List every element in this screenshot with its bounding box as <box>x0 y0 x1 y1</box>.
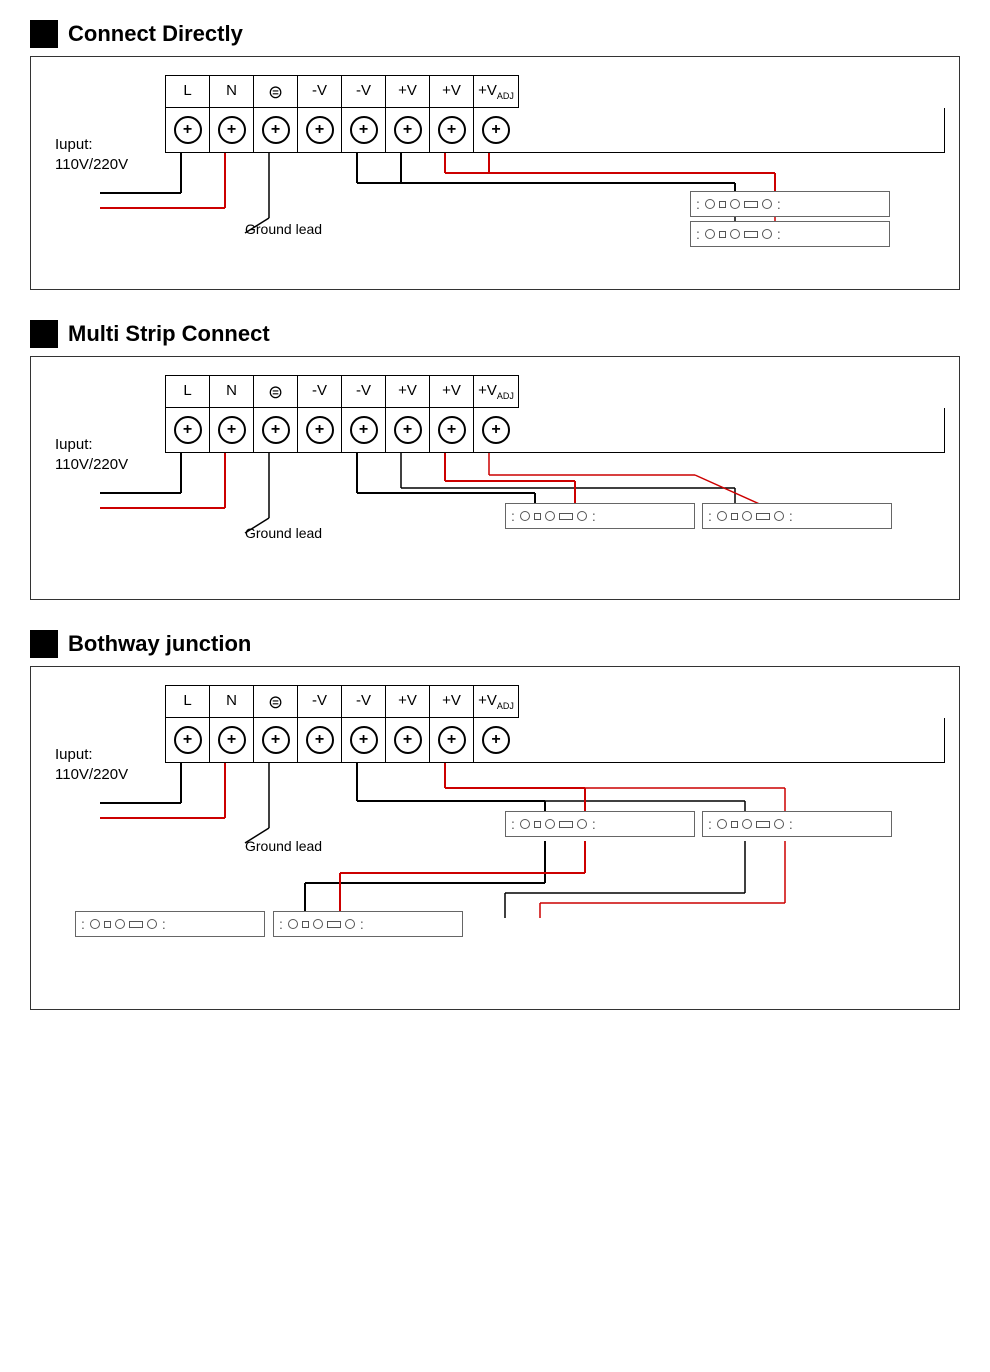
wiring-area-2: : : : : <box>45 453 945 563</box>
wiring-area-3: : : : : <box>45 763 945 983</box>
section-bothway: Bothway junction Iuput: 110V/220V L N ⊜ … <box>30 630 960 1010</box>
wiring-area-1: : : : : <box>45 153 945 243</box>
terminal-block-1: L N ⊜ -V -V +V +V +VADJ <box>165 75 519 108</box>
section-connect-directly: Connect Directly Iuput: 110V/220V L N ⊜ … <box>30 20 960 290</box>
section-title-3: Bothway junction <box>30 630 960 658</box>
led-dash-2 <box>744 231 758 238</box>
led-dot-5 <box>730 229 740 239</box>
screw-circle-3: + <box>262 116 290 144</box>
led-sq-2 <box>719 231 726 238</box>
section-icon-2 <box>30 320 58 348</box>
terminal-nv2-1: -V <box>342 76 386 107</box>
led-strip-3: : : <box>505 503 695 529</box>
terminal-pv2-1: +V <box>430 76 474 107</box>
led-dot-1 <box>705 199 715 209</box>
terminal-L-1: L <box>166 76 210 107</box>
section-title-2: Multi Strip Connect <box>30 320 960 348</box>
led-dot-6 <box>762 229 772 239</box>
screw-circle-1: + <box>174 116 202 144</box>
diagram-box-1: Iuput: 110V/220V L N ⊜ -V -V +V +V +VADJ… <box>30 56 960 290</box>
terminal-nv1-1: -V <box>298 76 342 107</box>
screw-1: + <box>166 108 210 152</box>
led-strip-6: : : <box>702 811 892 837</box>
section-title-1: Connect Directly <box>30 20 960 48</box>
terminal-gnd-1: ⊜ <box>254 76 298 107</box>
screw-row-1: + + + + + + + + <box>165 108 945 153</box>
wires-svg-3 <box>45 763 945 983</box>
diagram-box-2: Iuput: 110V/220V L N ⊜ -V -V +V +V +VADJ… <box>30 356 960 600</box>
screw-circle-8: + <box>482 116 510 144</box>
screw-row-3: + + + + + + + + <box>165 718 945 763</box>
section-title-text-2: Multi Strip Connect <box>68 321 270 347</box>
section-title-text-1: Connect Directly <box>68 21 243 47</box>
screw-7: + <box>430 108 474 152</box>
section-icon-3 <box>30 630 58 658</box>
led-strip-7: : : <box>75 911 265 937</box>
led-dot-3 <box>762 199 772 209</box>
led-dot-4 <box>705 229 715 239</box>
terminal-N-1: N <box>210 76 254 107</box>
screw-4: + <box>298 108 342 152</box>
section-icon-1 <box>30 20 58 48</box>
terminal-pv3-1: +VADJ <box>474 76 518 107</box>
ground-lead-label-3: Ground lead <box>245 838 322 854</box>
screw-circle-6: + <box>394 116 422 144</box>
section-title-text-3: Bothway junction <box>68 631 251 657</box>
screw-circle-4: + <box>306 116 334 144</box>
terminal-pv1-1: +V <box>386 76 430 107</box>
screw-6: + <box>386 108 430 152</box>
ground-lead-label-2: Ground lead <box>245 525 322 541</box>
screw-circle-2: + <box>218 116 246 144</box>
screw-circle-5: + <box>350 116 378 144</box>
screw-8: + <box>474 108 518 152</box>
screw-row-2: + + + + + + + + <box>165 408 945 453</box>
led-strip-1: : : <box>690 191 890 217</box>
led-strip-2: : : <box>690 221 890 247</box>
led-strip-5: : : <box>505 811 695 837</box>
section-multi-strip: Multi Strip Connect Iuput: 110V/220V L N… <box>30 320 960 600</box>
led-strip-4: : : <box>702 503 892 529</box>
screw-2: + <box>210 108 254 152</box>
led-sq-1 <box>719 201 726 208</box>
led-strip-8: : : <box>273 911 463 937</box>
terminal-block-2: L N ⊜ -V -V +V +V +VADJ <box>165 375 519 408</box>
diagram-box-3: Iuput: 110V/220V L N ⊜ -V -V +V +V +VADJ… <box>30 666 960 1010</box>
ground-lead-label-1: Ground lead <box>245 221 322 237</box>
screw-5: + <box>342 108 386 152</box>
led-dot-2 <box>730 199 740 209</box>
led-dash-1 <box>744 201 758 208</box>
screw-circle-7: + <box>438 116 466 144</box>
screw-3: + <box>254 108 298 152</box>
terminal-block-3: L N ⊜ -V -V +V +V +VADJ <box>165 685 519 718</box>
